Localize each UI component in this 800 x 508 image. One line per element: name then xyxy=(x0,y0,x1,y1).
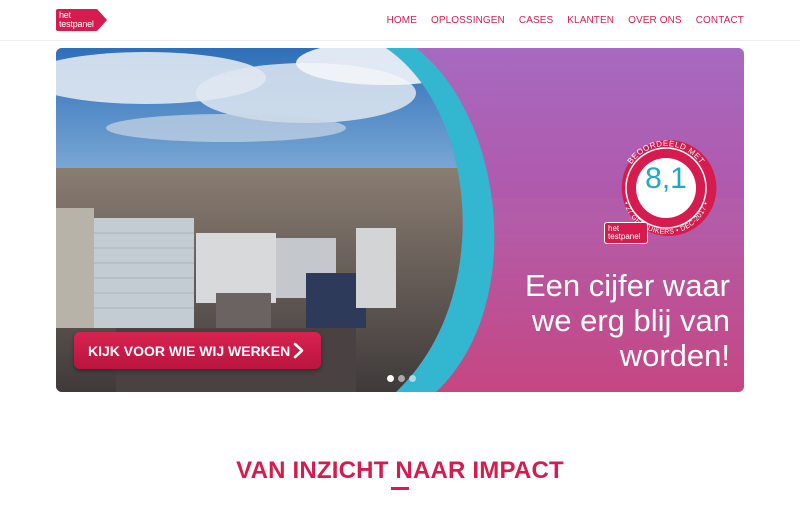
main-nav: HOME OPLOSSINGEN CASES KLANTEN OVER ONS … xyxy=(373,15,744,26)
site-header: het testpanel HOME OPLOSSINGEN CASES KLA… xyxy=(0,0,800,41)
slider-dots xyxy=(387,375,416,382)
nav-klanten[interactable]: KLANTEN xyxy=(567,15,614,26)
hero-slider: BEOORDEELD MET • 27 GEBRUIKERS • DEC-201… xyxy=(56,48,744,392)
slider-dot-2[interactable] xyxy=(398,375,405,382)
cta-button-label: KIJK VOOR WIE WIJ WERKEN xyxy=(88,342,291,359)
logo-text-line2: testpanel xyxy=(59,19,94,29)
slider-dot-1[interactable] xyxy=(387,375,394,382)
hero-headline-line2: we erg blij van xyxy=(531,303,730,338)
hero-headline-line3: worden! xyxy=(619,338,730,373)
nav-oplossingen[interactable]: OPLOSSINGEN xyxy=(431,15,505,26)
nav-cases[interactable]: CASES xyxy=(519,15,553,26)
slider-dot-3[interactable] xyxy=(409,375,416,382)
section-title-underline xyxy=(391,487,409,490)
nav-contact[interactable]: CONTACT xyxy=(696,15,744,26)
badge-logo-line2: testpanel xyxy=(608,232,641,241)
badge-logo: het testpanel xyxy=(604,222,648,244)
section-title: VAN INZICHT NAAR IMPACT xyxy=(236,457,564,484)
badge-score: 8,1 xyxy=(645,162,687,195)
logo-arrow xyxy=(97,9,107,31)
cta-button[interactable]: KIJK VOOR WIE WIJ WERKEN xyxy=(74,332,321,369)
hero-headline: Een cijfer waar we erg blij van worden! xyxy=(450,268,730,373)
chevron-right-icon xyxy=(293,342,304,359)
hero-headline-line1: Een cijfer waar xyxy=(524,268,730,303)
rating-badge: BEOORDEELD MET • 27 GEBRUIKERS • DEC-201… xyxy=(602,136,730,248)
nav-over-ons[interactable]: OVER ONS xyxy=(628,15,682,26)
nav-home[interactable]: HOME xyxy=(387,15,417,26)
site-logo[interactable]: het testpanel xyxy=(56,9,108,31)
